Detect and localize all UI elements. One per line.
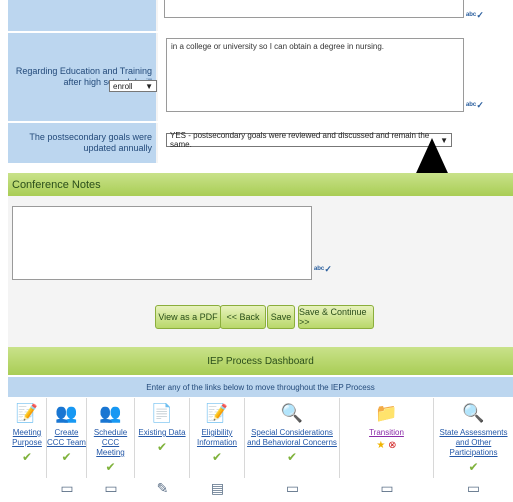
save-continue-button[interactable]: Save & Continue >> (298, 305, 374, 329)
postsecondary-select-value: YES - postsecondary goals were reviewed … (170, 131, 430, 149)
form-row-top: ᵃᵇᶜ✓ (8, 0, 513, 31)
data-sheet-icon: ▭ (104, 480, 118, 496)
tile-special-considerations[interactable]: 🔍 Special Considerations and Behavioral … (245, 398, 340, 478)
spellcheck-icon[interactable]: ᵃᵇᶜ✓ (314, 264, 332, 275)
view-pdf-button[interactable]: View as a PDF (155, 305, 221, 329)
tile-label[interactable]: Special Considerations and Behavioral Co… (245, 428, 339, 448)
tile-eligibility-information[interactable]: 📝 Eligibility Information ✔ (190, 398, 245, 478)
check-icon: ✔ (211, 450, 223, 464)
top-textarea[interactable] (164, 0, 464, 18)
dropdown-arrow-icon: ▼ (145, 81, 153, 91)
data-sheet-icon: ▭ (60, 480, 74, 496)
tile-row2-5[interactable]: ▤ (190, 480, 245, 502)
team-icon: 👥 (99, 403, 122, 423)
error-icon: ⊗ (388, 440, 397, 451)
field-area: ᵃᵇᶜ✓ (158, 0, 513, 31)
education-label: Regarding Education and Training after h… (8, 33, 156, 121)
postsecondary-select[interactable]: YES - postsecondary goals were reviewed … (166, 131, 452, 149)
magnifier-icon: 🔍 (462, 403, 485, 423)
check-icon: ✔ (156, 440, 168, 454)
back-button[interactable]: << Back (220, 305, 266, 329)
data-sheet-icon: ▭ (466, 480, 481, 496)
team-icon: 👥 (55, 403, 78, 423)
data-sheet-icon: 📄 (150, 403, 174, 423)
tile-label[interactable]: Create CCC Team (47, 428, 86, 448)
tile-meeting-purpose[interactable]: 📝 Meeting Purpose ✔ (8, 398, 47, 478)
tile-create-ccc-team[interactable]: 👥 Create CCC Team ✔ (47, 398, 87, 478)
tile-label[interactable]: Schedule CCC Meeting (87, 428, 134, 458)
dashboard-title: IEP Process Dashboard (8, 347, 513, 375)
check-icon: ✔ (105, 460, 116, 474)
data-sheet-icon: ▭ (380, 480, 394, 496)
conference-notes-area: ᵃᵇᶜ✓ (8, 196, 513, 291)
tile-row2-6[interactable]: ▭ (245, 480, 340, 502)
dashboard-tiles: 📝 Meeting Purpose ✔ 👥 Create CCC Team ✔ … (8, 398, 513, 478)
tile-schedule-ccc-meeting[interactable]: 👥 Schedule CCC Meeting ✔ (87, 398, 135, 478)
tile-row2-2[interactable]: ▭ (47, 480, 87, 502)
status-icons: ★ ⊗ (376, 440, 396, 451)
dashboard-subtitle-text: Enter any of the links below to move thr… (146, 382, 375, 392)
tile-row2-8[interactable]: ▭ (434, 480, 513, 502)
dashboard-title-text: IEP Process Dashboard (207, 355, 314, 367)
tile-state-assessments[interactable]: 🔍 State Assessments and Other Participat… (434, 398, 513, 478)
document-edit-icon: ✎ (156, 480, 169, 496)
spellcheck-icon[interactable]: ᵃᵇᶜ✓ (466, 10, 484, 21)
tile-row2-1[interactable] (8, 480, 47, 502)
dashboard-subtitle: Enter any of the links below to move thr… (8, 377, 513, 397)
check-icon: ✔ (61, 450, 72, 464)
dashboard-tiles-row2: ▭ ▭ ✎ ▤ ▭ ▭ ▭ (8, 480, 513, 502)
star-icon: ★ (376, 440, 386, 451)
education-textarea[interactable]: in a college or university so I can obta… (166, 38, 464, 112)
document-edit-icon: 📝 (15, 403, 39, 423)
folder-icon: 📁 (375, 403, 398, 423)
check-icon: ✔ (468, 460, 479, 474)
button-row: View as a PDF << Back Save Save & Contin… (8, 291, 513, 347)
conference-notes-textarea[interactable] (12, 206, 312, 280)
conference-notes-title: Conference Notes (12, 178, 101, 191)
education-select-value: enroll (113, 81, 133, 91)
row-label-empty (8, 0, 156, 31)
education-select[interactable]: enroll ▼ (109, 80, 157, 92)
postsecondary-label: The postsecondary goals were updated ann… (8, 123, 156, 163)
check-icon: ✔ (21, 450, 33, 464)
data-sheet-icon: ▭ (285, 480, 300, 496)
save-button[interactable]: Save (267, 305, 295, 329)
check-icon: ✔ (286, 450, 298, 464)
tile-label[interactable]: Meeting Purpose (8, 428, 46, 448)
tile-existing-data[interactable]: 📄 Existing Data ✔ (135, 398, 190, 478)
conference-notes-header: Conference Notes (8, 173, 513, 196)
tile-label[interactable]: Eligibility Information (190, 428, 244, 448)
tile-label[interactable]: Existing Data (138, 428, 185, 438)
tile-row2-3[interactable]: ▭ (87, 480, 135, 502)
tile-transition[interactable]: 📁 Transition ★ ⊗ (340, 398, 434, 478)
tile-label[interactable]: Transition (369, 428, 404, 438)
tile-row2-4[interactable]: ✎ (135, 480, 190, 502)
spellcheck-icon[interactable]: ᵃᵇᶜ✓ (466, 100, 484, 111)
document-edit-icon: 📝 (205, 403, 229, 423)
tile-label[interactable]: State Assessments and Other Participatio… (434, 428, 513, 458)
field-area: in a college or university so I can obta… (158, 33, 513, 121)
postsecondary-label-text: The postsecondary goals were updated ann… (29, 132, 152, 153)
magnifier-icon: 🔍 (280, 403, 304, 423)
tile-row2-7[interactable]: ▭ (340, 480, 434, 502)
form-row-education: Regarding Education and Training after h… (8, 33, 513, 121)
data-sheet-icon: ▤ (210, 480, 225, 496)
field-area: YES - postsecondary goals were reviewed … (158, 123, 513, 163)
